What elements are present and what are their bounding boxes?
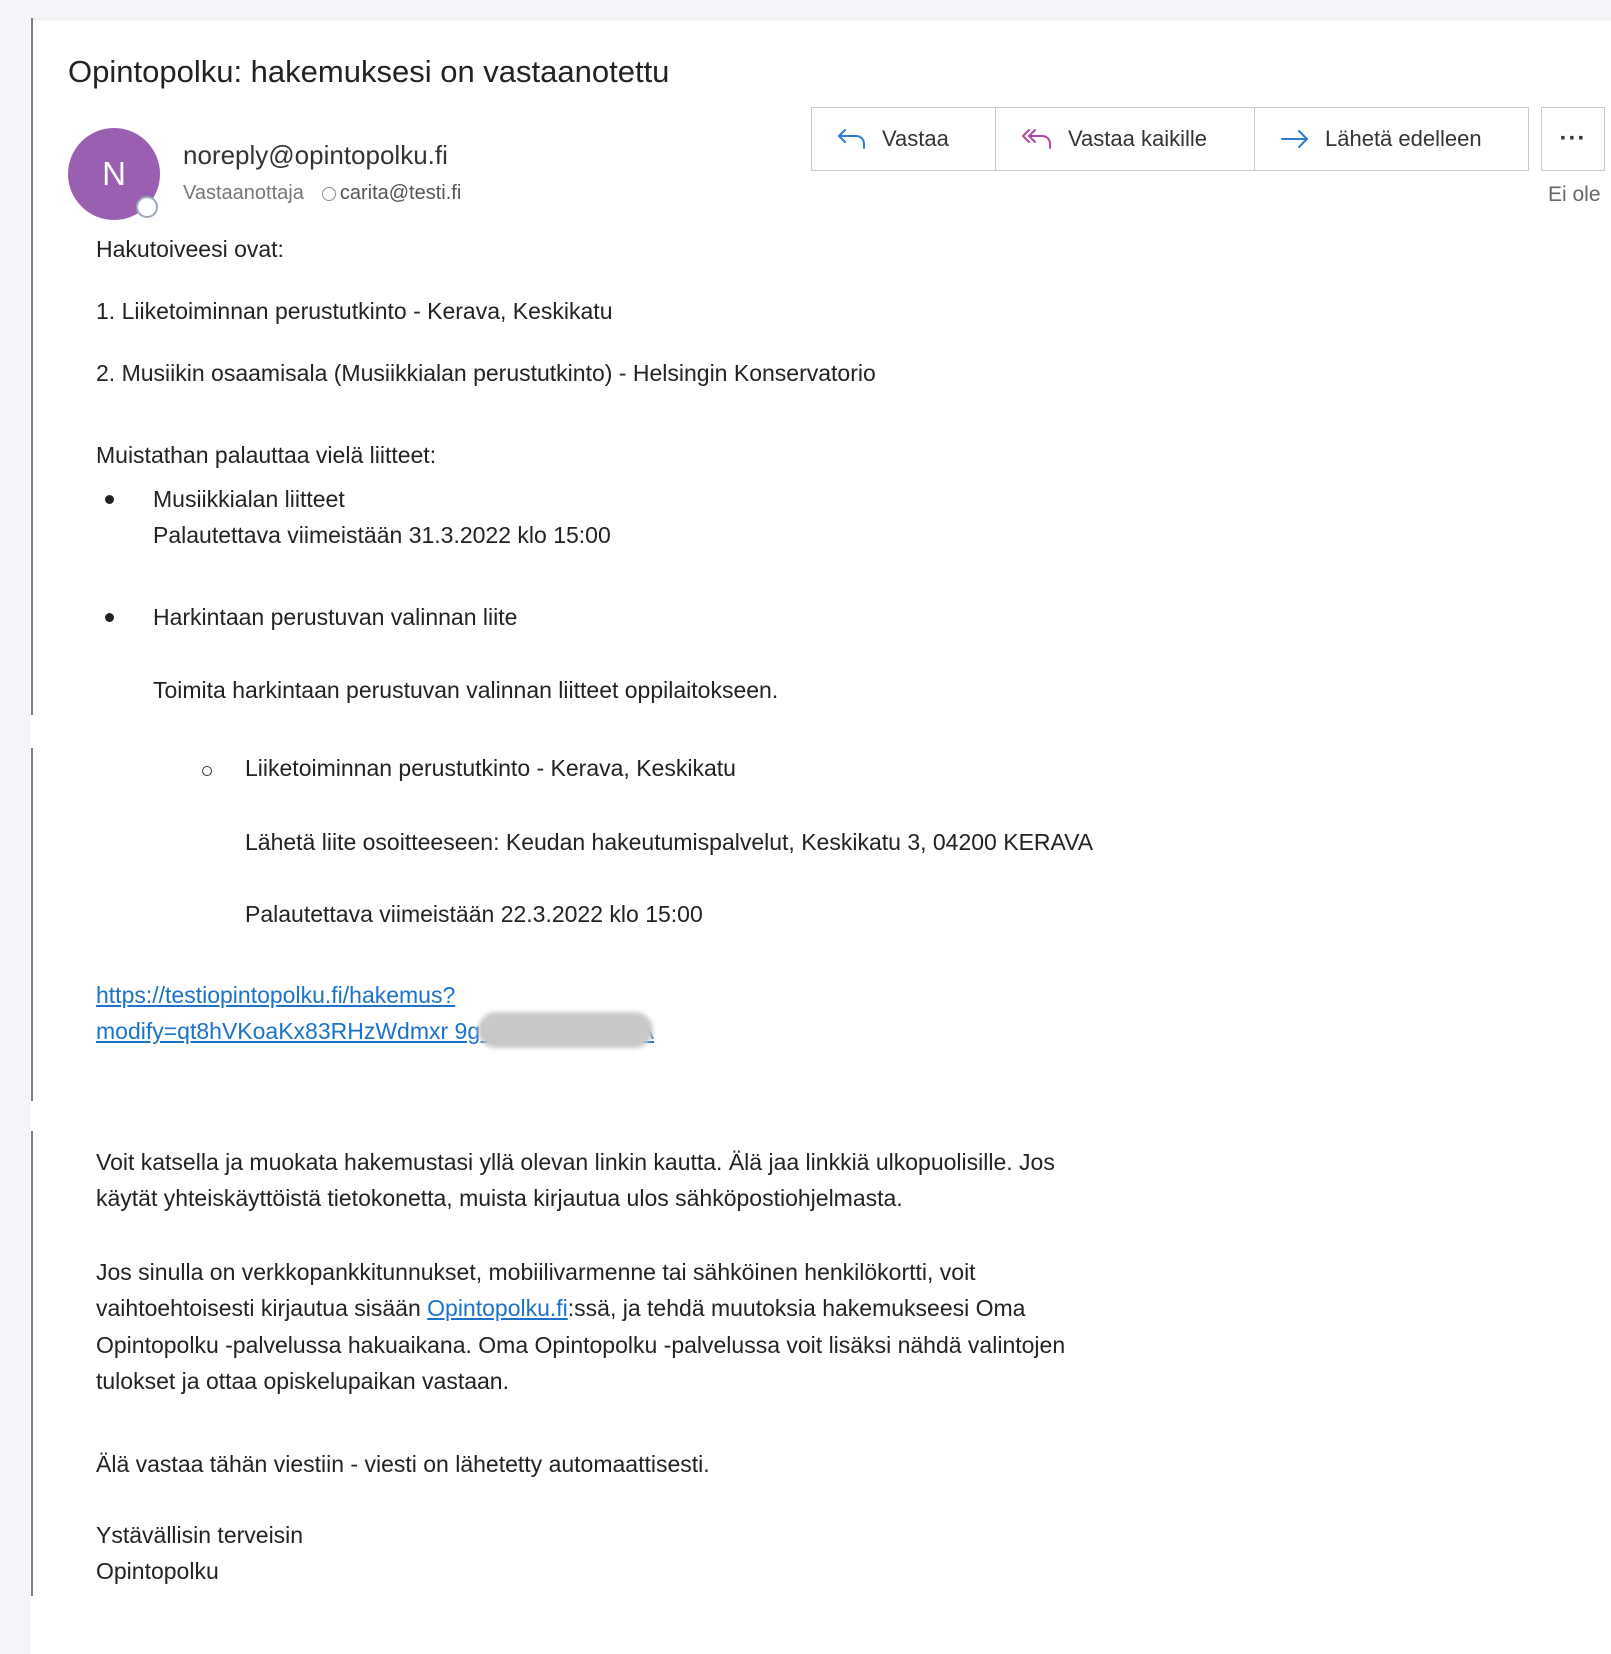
- more-actions-button[interactable]: ···: [1541, 107, 1605, 171]
- reply-all-button[interactable]: Vastaa kaikille: [996, 108, 1255, 170]
- sub-bullet-icon: [202, 766, 212, 776]
- message-actions-toolbar: Vastaa Vastaa kaikille Lähetä edelleen: [811, 107, 1529, 171]
- sender-address[interactable]: noreply@opintopolku.fi: [183, 140, 448, 171]
- quote-bar: [31, 748, 33, 1101]
- email-subject: Opintopolku: hakemuksesi on vastaanotett…: [68, 54, 670, 89]
- left-navigation-panel: [0, 0, 30, 1654]
- info-text: :ssä, ja tehdä muutoksia hakemukseesi Om…: [567, 1295, 1026, 1321]
- application-link-line-1[interactable]: https://testiopintopolku.fi/hakemus?: [96, 982, 455, 1009]
- opintopolku-link[interactable]: Opintopolku.fi: [427, 1295, 568, 1321]
- recipient-email[interactable]: carita@testi.fi: [340, 182, 461, 205]
- wish-item-2: 2. Musiikin osaamisala (Musiikkialan per…: [96, 360, 876, 386]
- recipient-row: Vastaanottaja carita@testi.fi: [183, 182, 461, 205]
- reply-all-label: Vastaa kaikille: [1068, 126, 1207, 151]
- sub-item-address: Lähetä liite osoitteeseen: Keudan hakeut…: [245, 829, 1094, 855]
- bullet-icon: [105, 495, 114, 504]
- attachments-heading: Muistathan palauttaa vielä liitteet:: [96, 442, 437, 468]
- info-paragraph-1-line-1: Voit katsella ja muokata hakemustasi yll…: [96, 1149, 1055, 1175]
- attachment-2-title: Harkintaan perustuvan valinnan liite: [153, 604, 518, 630]
- attachment-2-instruction: Toimita harkintaan perustuvan valinnan l…: [153, 677, 779, 703]
- quote-bar: [31, 18, 33, 715]
- closing-signature: Opintopolku: [96, 1558, 219, 1584]
- attachment-1-deadline: Palautettava viimeistään 31.3.2022 klo 1…: [153, 522, 611, 548]
- flag-status-text: Ei ole: [1548, 183, 1601, 206]
- presence-status-icon: [136, 196, 158, 218]
- info-paragraph-1-line-2: käytät yhteiskäyttöistä tietokonetta, mu…: [96, 1185, 903, 1211]
- wish-item-1: 1. Liiketoiminnan perustutkinto - Kerava…: [96, 298, 613, 324]
- recipient-presence-icon: [321, 186, 336, 201]
- info-text: vaihtoehtoisesti kirjautua sisään: [96, 1295, 428, 1321]
- redacted-area: [478, 1012, 653, 1048]
- quote-bar: [31, 1131, 33, 1596]
- reply-label: Vastaa: [882, 126, 949, 151]
- bullet-icon: [105, 613, 114, 622]
- sub-item-title: Liiketoiminnan perustutkinto - Kerava, K…: [245, 755, 736, 781]
- forward-arrow-icon: [1281, 130, 1308, 148]
- avatar-initial: N: [102, 155, 126, 192]
- forward-label: Lähetä edelleen: [1325, 126, 1482, 151]
- sub-item-deadline: Palautettava viimeistään 22.3.2022 klo 1…: [245, 901, 703, 927]
- wishes-heading: Hakutoiveesi ovat:: [96, 236, 284, 262]
- reply-all-icon: [1022, 129, 1051, 149]
- recipient-label: Vastaanottaja: [183, 182, 304, 204]
- top-strip: [30, 0, 1611, 18]
- info-paragraph-2-line-3: Opintopolku -palvelussa hakuaikana. Oma …: [96, 1332, 1066, 1358]
- attachment-1-title: Musiikkialan liitteet: [153, 486, 345, 512]
- info-paragraph-2-line-4: tulokset ja ottaa opiskelupaikan vastaan…: [96, 1368, 509, 1394]
- no-reply-notice: Älä vastaa tähän viestiin - viesti on lä…: [96, 1451, 710, 1477]
- info-paragraph-2-line-2: vaihtoehtoisesti kirjautua sisään Opinto…: [96, 1295, 1025, 1322]
- more-options-icon: ···: [1559, 125, 1587, 152]
- info-paragraph-2-line-1: Jos sinulla on verkkopankkitunnukset, mo…: [96, 1259, 976, 1285]
- reading-pane-shadow: [30, 18, 1611, 22]
- forward-button[interactable]: Lähetä edelleen: [1255, 108, 1528, 170]
- closing-greeting: Ystävällisin terveisin: [96, 1522, 304, 1548]
- reply-icon: [838, 129, 865, 149]
- reply-button[interactable]: Vastaa: [812, 108, 996, 170]
